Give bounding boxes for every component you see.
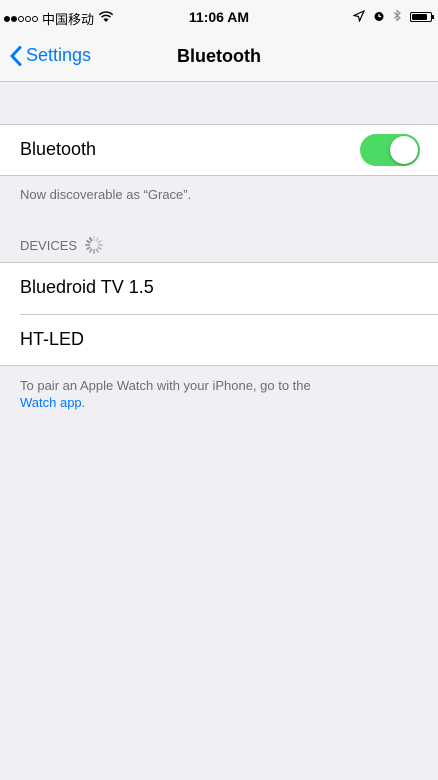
status-bar: 中国移动 11:06 AM (0, 0, 438, 36)
list-item-device[interactable]: Bluedroid TV 1.5 (0, 263, 438, 315)
location-arrow-icon (352, 9, 366, 25)
toggle-knob (390, 136, 418, 164)
devices-section-header: DEVICES (20, 236, 104, 254)
bluetooth-label: Bluetooth (20, 139, 97, 159)
activity-spinner-icon (85, 236, 104, 254)
navigation-bar: Settings Bluetooth (0, 36, 438, 82)
bluetooth-toggle-group: Bluetooth (0, 124, 438, 176)
device-name: Bluedroid TV 1.5 (20, 277, 154, 297)
spinner-tick (85, 244, 91, 246)
apple-watch-footer: To pair an Apple Watch with your iPhone,… (20, 377, 420, 411)
bluetooth-toggle[interactable] (360, 134, 420, 166)
alarm-clock-icon (373, 10, 385, 25)
spinner-tick (93, 249, 96, 254)
list-item-device[interactable]: HT-LED (0, 315, 438, 366)
devices-header-label: DEVICES (20, 237, 78, 253)
watch-app-link[interactable]: Watch app (20, 395, 82, 410)
bluetooth-icon (393, 9, 402, 25)
footer-text: To pair an Apple Watch with your iPhone,… (20, 378, 311, 393)
discoverable-text: Now discoverable as “Grace”. (20, 187, 192, 202)
devices-list: Bluedroid TV 1.5 HT-LED (0, 262, 438, 366)
page-title: Bluetooth (177, 46, 261, 66)
battery-icon (410, 12, 434, 22)
footer-end: . (81, 395, 86, 410)
status-right (352, 9, 434, 25)
battery-fill (412, 14, 428, 20)
device-name: HT-LED (20, 329, 85, 349)
